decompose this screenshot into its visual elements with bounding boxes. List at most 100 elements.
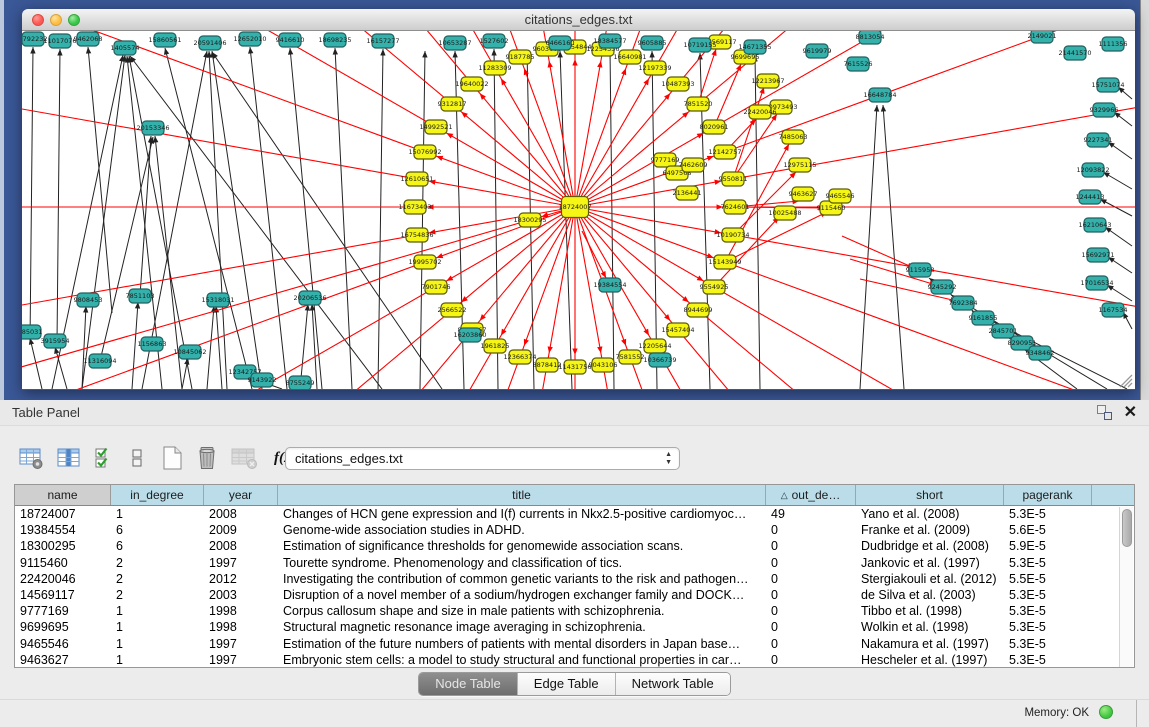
close-window-button[interactable] [32,14,44,26]
table-row[interactable]: 1456911722003Disruption of a novel membe… [15,587,1134,603]
network-node-label: 7851520 [684,100,713,108]
edge-arrowhead [572,59,577,65]
column-header-year[interactable]: year [204,485,278,505]
table-column-icon[interactable] [56,444,82,472]
close-panel-icon[interactable]: ✕ [1124,406,1137,420]
column-header-in_degree[interactable]: in_degree [111,485,204,505]
edge-arrowhead [597,61,602,68]
network-edge[interactable] [22,31,575,207]
column-header-label: short [916,488,943,502]
tab-edge-table[interactable]: Edge Table [517,673,615,695]
network-edge[interactable] [22,31,575,207]
table-cell: 1 [111,652,204,668]
network-edge[interactable] [494,49,498,389]
table-cell: Estimation of the future numbers of pati… [278,636,766,652]
table-cell: 5.3E-5 [1004,603,1092,619]
network-edge[interactable] [100,137,153,361]
table-cell: Genome-wide association studies in ADHD. [278,522,766,538]
table-cell: Yano et al. (2008) [856,506,1004,522]
network-node-label: 9463627 [789,190,818,198]
edge-arrowhead [153,136,158,143]
column-header-label: title [512,488,531,502]
edge-arrowhead [881,105,886,112]
network-node-label: 16648784 [863,91,896,99]
network-edge[interactable] [290,48,322,389]
column-header-title[interactable]: title [278,485,766,505]
network-edge[interactable] [22,31,575,207]
network-edge[interactable] [216,306,222,389]
network-edge[interactable] [207,306,214,389]
column-header-short[interactable]: short [856,485,1004,505]
window-resize-grip[interactable] [1120,375,1132,387]
network-edge[interactable] [860,105,877,389]
network-edge[interactable] [127,207,575,389]
network-node-label: 1405574 [111,44,140,52]
table-row[interactable]: 946554611997Estimation of the future num… [15,636,1134,652]
network-edge[interactable] [22,31,575,207]
float-panel-icon[interactable] [1097,405,1112,420]
column-header-label: name [47,488,77,502]
network-edge[interactable] [883,105,904,389]
network-edge[interactable] [22,31,575,207]
column-header-name[interactable]: name [15,485,111,505]
network-window-titlebar[interactable]: citations_edges.txt [22,9,1135,31]
network-edge[interactable] [652,51,657,389]
network-node-label: 1527602 [480,37,509,45]
network-edge[interactable] [714,64,741,127]
network-window[interactable]: citations_edges.txt 11254844122543361664… [22,9,1135,390]
table-row[interactable]: 969969511998Structural magnetic resonanc… [15,619,1134,635]
minimize-window-button[interactable] [50,14,62,26]
table-cell: 2 [111,587,204,603]
tab-network-table[interactable]: Network Table [615,673,730,695]
scrollbar-thumb[interactable] [1122,509,1132,547]
network-edge[interactable] [733,87,764,179]
table-cell: Jankovic et al. (1997) [856,555,1004,571]
table-body: 1872400712008Changes of HCN gene express… [15,506,1134,668]
network-node-label: 9043106 [589,361,618,369]
table-cell: 1997 [204,652,278,668]
network-node-label: 16210643 [1078,221,1111,229]
network-edge[interactable] [30,47,33,343]
network-edge[interactable] [88,47,112,313]
column-header-out_de[interactable]: △out_de… [766,485,856,505]
table-vertical-scrollbar[interactable] [1119,507,1133,667]
edge-arrowhead [874,105,879,112]
table-cell: 1997 [204,555,278,571]
network-edge[interactable] [212,52,442,389]
table-row[interactable]: 1938455462009Genome-wide association stu… [15,522,1134,538]
table-row[interactable]: 2242004622012Investigating the contribut… [15,571,1134,587]
network-edge[interactable] [312,304,317,389]
table-settings-icon[interactable] [18,444,44,472]
table-row[interactable]: 911546021997Tourette syndrome. Phenomeno… [15,555,1134,571]
network-canvas[interactable]: 1125484412254336166409811219733910487393… [22,31,1135,389]
network-node-label: 10487393 [661,80,694,88]
table-selector[interactable]: citations_edges.txt ▲▼ [285,447,680,470]
table-row[interactable]: 1872400712008Changes of HCN gene express… [15,506,1134,522]
table-cell: 1 [111,603,204,619]
network-edge[interactable] [22,31,575,207]
network-canvas-svg[interactable]: 1125484412254336166409811219733910487393… [22,31,1135,389]
delete-table-icon[interactable] [194,444,220,472]
table-row[interactable]: 946362711997Embryonic stem cells: a mode… [15,652,1134,668]
network-node-label: 9348462 [1026,349,1055,357]
network-edge[interactable] [842,236,914,268]
network-edge[interactable] [250,47,287,389]
rows-icon[interactable] [130,444,144,472]
memory-status-indicator[interactable] [1099,705,1113,719]
table-row[interactable]: 977716911998Corpus callosum shape and si… [15,603,1134,619]
network-node-label: 12366374 [503,353,536,361]
memory-status-label: Memory: OK [1024,707,1089,719]
select-rows-icon[interactable] [94,444,116,472]
column-header-pagerank[interactable]: pagerank [1004,485,1092,505]
network-edge[interactable] [378,49,383,389]
zoom-window-button[interactable] [68,14,80,26]
network-node-label: 7624601 [721,203,750,211]
network-edge[interactable] [420,51,425,389]
status-bar: Memory: OK [0,699,1149,727]
new-table-icon[interactable] [160,444,184,472]
tab-node-table[interactable]: Node Table [419,673,517,695]
network-edge[interactable] [165,48,252,389]
table-cell: 0 [766,538,856,554]
table-row[interactable]: 1830029562008Estimation of significance … [15,538,1134,554]
network-edge[interactable] [610,49,614,389]
